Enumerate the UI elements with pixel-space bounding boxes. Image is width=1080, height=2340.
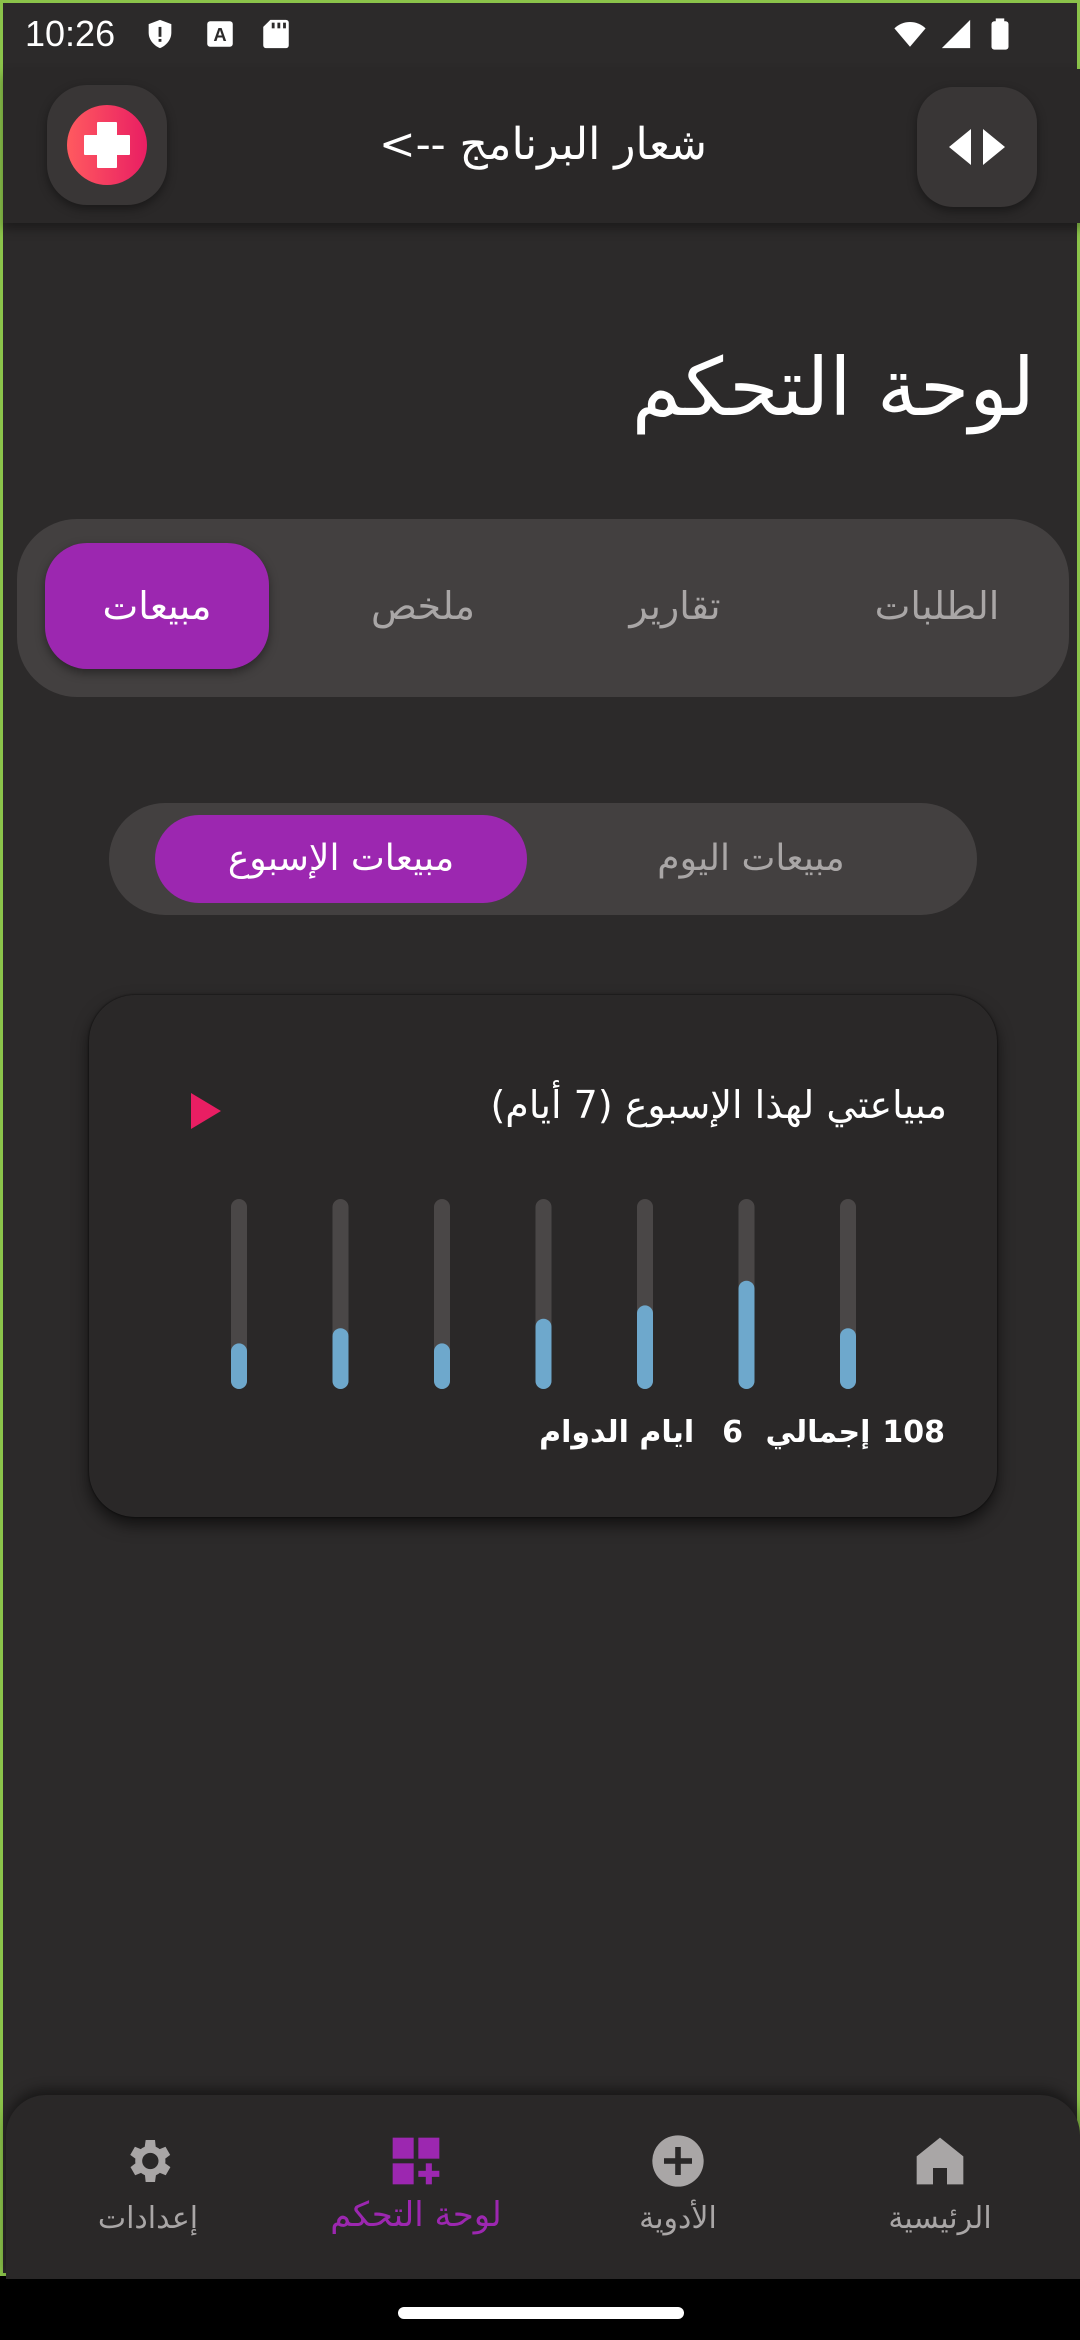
svg-text:A: A (213, 24, 226, 45)
days-label: ايام الدوام (539, 1415, 695, 1450)
app-bar: شعار البرنامج --> (3, 69, 1080, 223)
nav-settings-label: إعدادات (97, 2201, 199, 2236)
logo-button[interactable] (47, 85, 167, 205)
nav-settings[interactable]: إعدادات (14, 2095, 282, 2279)
bar-day-2 (332, 1328, 349, 1389)
app-title: شعار البرنامج --> (378, 119, 708, 170)
home-icon (916, 2137, 964, 2185)
nav-dashboard[interactable]: لوحة التحكم (282, 2095, 550, 2279)
text-a-icon: A (207, 21, 233, 47)
gear-icon (130, 2140, 171, 2182)
card-summary: 108 إجمالي 6 ايام الدوام (527, 1415, 945, 1450)
shield-icon (148, 19, 172, 49)
nav-medicines-label: الأدوية (639, 2201, 717, 2236)
swap-arrows-icon (949, 129, 1005, 165)
dashboard-add-icon (392, 2137, 440, 2185)
bar-day-4 (535, 1318, 552, 1389)
wifi-icon (894, 21, 926, 47)
bar-day-7 (840, 1328, 856, 1389)
tab-summary[interactable]: ملخص (313, 543, 533, 669)
daily-sales-toggle[interactable]: مبيعات اليوم (561, 815, 941, 903)
bar-day-5 (637, 1305, 653, 1389)
bottom-nav: إعدادات لوحة التحكم الأدوية الرئيسية (6, 2095, 1080, 2279)
medical-cross-icon (67, 105, 147, 185)
nav-home[interactable]: الرئيسية (806, 2095, 1074, 2279)
days-value: 6 (722, 1415, 744, 1450)
weekly-sales-card: مبياعتي لهذا الإسبوع (7 أيام) 108إجمالي … (89, 995, 997, 1517)
total-value: 108 (882, 1415, 945, 1450)
nav-home-label: الرئيسية (888, 2201, 992, 2236)
sd-card-icon (263, 19, 289, 49)
tab-orders[interactable]: الطلبات (817, 543, 1057, 669)
nav-dashboard-label: لوحة التحكم (330, 2195, 502, 2235)
status-time: 10:26 (25, 13, 116, 54)
tab-reports[interactable]: تقارير (565, 543, 785, 669)
sales-period-toggle: مبيعات الإسبوع مبيعات اليوم (109, 803, 977, 915)
screen: 10:26 A شعار البرنامج --> لوحة التحكم مب… (0, 0, 1080, 2279)
plus-circle-icon (652, 2135, 704, 2187)
bar-day-3 (434, 1343, 450, 1389)
gesture-bar[interactable] (398, 2307, 684, 2319)
bar-day-6 (738, 1280, 755, 1389)
battery-icon (991, 18, 1009, 50)
status-bar: 10:26 A (3, 3, 1080, 69)
signal-icon (941, 19, 971, 49)
nav-medicines[interactable]: الأدوية (544, 2095, 812, 2279)
weekly-sales-toggle[interactable]: مبيعات الإسبوع (155, 815, 527, 903)
swap-direction-button[interactable] (917, 87, 1037, 207)
main-tabs: مبيعات ملخص تقارير الطلبات (17, 519, 1069, 697)
bar-day-1 (231, 1343, 247, 1389)
page-title: لوحة التحكم (631, 341, 1035, 434)
total-label: إجمالي (765, 1415, 871, 1450)
tab-sales[interactable]: مبيعات (45, 543, 269, 669)
